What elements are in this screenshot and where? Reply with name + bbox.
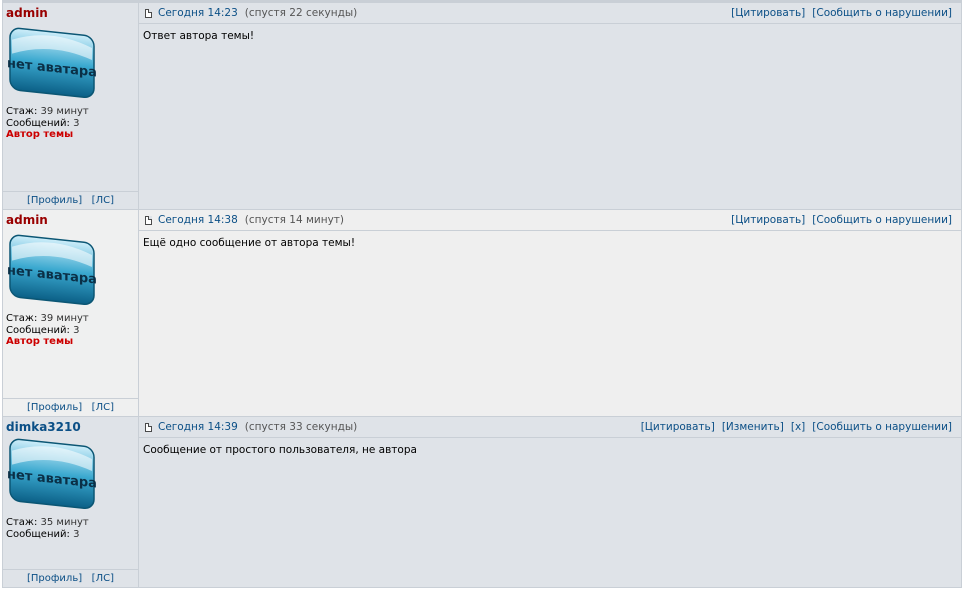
post-body: Ответ автора темы! [143,30,255,42]
post: admin нет аватара Стаж: 39 минут Сообщен… [3,210,961,417]
messages-label: Сообщений: [6,324,70,336]
pm-link[interactable]: [ЛС] [92,573,114,584]
post-header: Сегодня 14:39 (спустя 33 секунды) [Цитир… [139,417,961,438]
posts-table: admin нет аватара Стаж: 39 минут Сообщен… [2,0,962,588]
author-info: Стаж: 39 минут Сообщений: 3 Автор темы [6,106,135,141]
author-name[interactable]: dimka3210 [6,420,81,434]
post-date[interactable]: Сегодня 14:38 [158,214,238,226]
avatar: нет аватара [7,438,97,510]
post: admin нет аватара Стаж: 39 минут Сообщен… [3,3,961,210]
post-ago: (спустя 22 секунды) [244,7,358,19]
author-links: [Профиль] [ЛС] [3,191,138,209]
post-header: Сегодня 14:23 (спустя 22 секунды) [Цитир… [139,3,961,24]
post-ago: (спустя 33 секунды) [244,421,358,433]
quote-link[interactable]: [Цитировать] [641,421,715,433]
post-doc-icon [145,8,152,18]
topic-author-badge: Автор темы [6,336,74,347]
author-info: Стаж: 39 минут Сообщений: 3 Автор темы [6,313,135,348]
quote-link[interactable]: [Цитировать] [731,214,805,226]
delete-link[interactable]: [x] [791,421,805,433]
post-body: Сообщение от простого пользователя, не а… [143,444,417,456]
messages-value: 3 [73,117,80,129]
stazh-value: 35 минут [40,517,89,528]
quote-link[interactable]: [Цитировать] [731,7,805,19]
report-link[interactable]: [Сообщить о нарушении] [812,7,952,19]
post-author-panel: admin нет аватара Стаж: 39 минут Сообщен… [3,3,139,209]
post-ago: (спустя 14 минут) [244,214,345,226]
post-date[interactable]: Сегодня 14:23 [158,7,238,19]
post-author-panel: admin нет аватара Стаж: 39 минут Сообщен… [3,210,139,416]
messages-label: Сообщений: [6,117,70,129]
profile-link[interactable]: [Профиль] [27,573,82,584]
stazh-label: Стаж: [6,106,38,117]
profile-link[interactable]: [Профиль] [27,402,82,413]
post-actions: [Цитировать] [Изменить] [x] [Сообщить о … [641,421,952,433]
author-name[interactable]: admin [6,6,48,20]
post-doc-icon [145,215,152,225]
author-info: Стаж: 35 минут Сообщений: 3 [6,517,135,540]
post-header: Сегодня 14:38 (спустя 14 минут) [Цитиров… [139,210,961,231]
messages-value: 3 [73,528,80,540]
stazh-label: Стаж: [6,517,38,528]
author-links: [Профиль] [ЛС] [3,398,138,416]
post-author-panel: dimka3210 нет аватара Стаж: 35 минут Соо… [3,417,139,587]
post: dimka3210 нет аватара Стаж: 35 минут Соо… [3,417,961,588]
avatar: нет аватара [7,27,97,99]
stazh-value: 39 минут [40,313,89,324]
stazh-value: 39 минут [40,106,89,117]
post-content: Сегодня 14:39 (спустя 33 секунды) [Цитир… [139,417,961,587]
report-link[interactable]: [Сообщить о нарушении] [812,421,952,433]
author-name[interactable]: admin [6,213,48,227]
post-actions: [Цитировать] [Сообщить о нарушении] [731,7,952,19]
messages-value: 3 [73,324,80,336]
post-content: Сегодня 14:23 (спустя 22 секунды) [Цитир… [139,3,961,209]
profile-link[interactable]: [Профиль] [27,195,82,206]
post-content: Сегодня 14:38 (спустя 14 минут) [Цитиров… [139,210,961,416]
post-actions: [Цитировать] [Сообщить о нарушении] [731,214,952,226]
avatar: нет аватара [7,234,97,306]
stazh-label: Стаж: [6,313,38,324]
messages-label: Сообщений: [6,528,70,540]
post-doc-icon [145,422,152,432]
author-links: [Профиль] [ЛС] [3,569,138,587]
pm-link[interactable]: [ЛС] [92,195,114,206]
post-body: Ещё одно сообщение от автора темы! [143,237,356,249]
pm-link[interactable]: [ЛС] [92,402,114,413]
report-link[interactable]: [Сообщить о нарушении] [812,214,952,226]
edit-link[interactable]: [Изменить] [722,421,784,433]
post-date[interactable]: Сегодня 14:39 [158,421,238,433]
topic-author-badge: Автор темы [6,129,74,140]
